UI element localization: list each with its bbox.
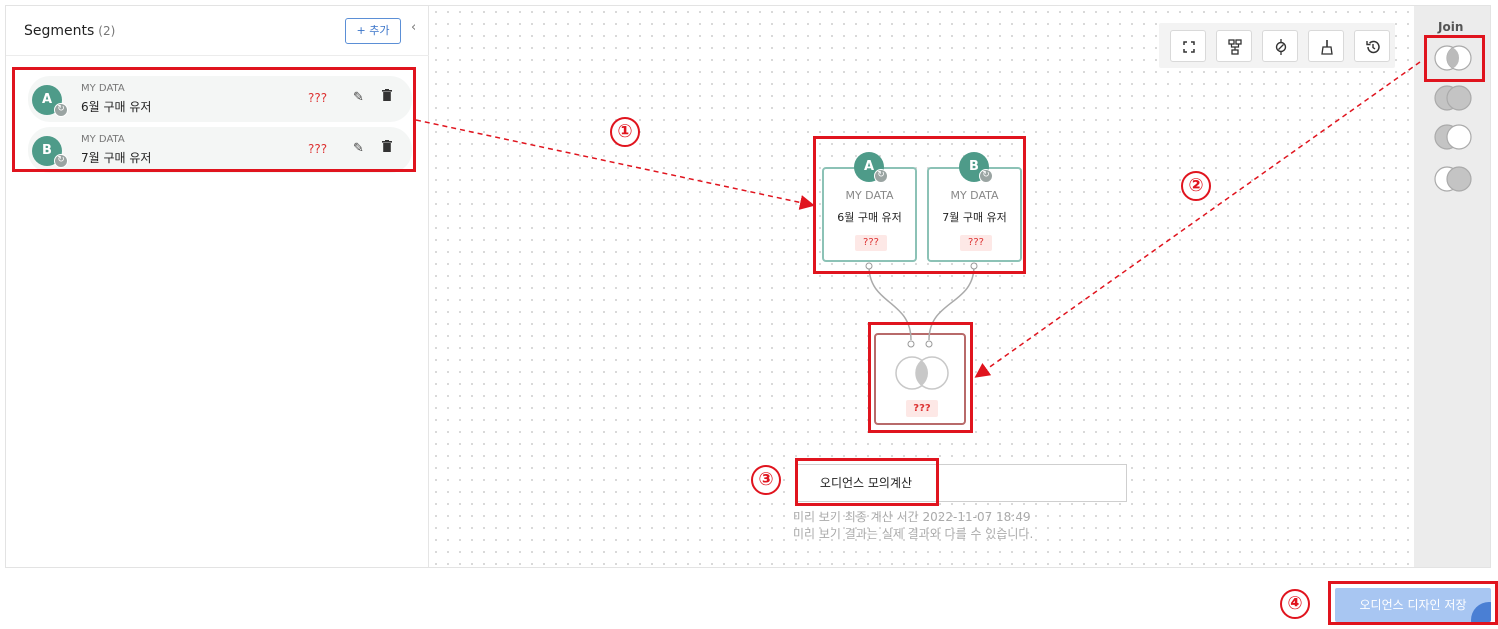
annotation-marker-4: ④ xyxy=(1280,589,1310,619)
annotation-box-join-option xyxy=(1424,35,1485,82)
fit-screen-icon[interactable] xyxy=(1170,30,1206,62)
history-icon[interactable] xyxy=(1354,30,1390,62)
preview-disclaimer: 미리 보기 결과는 실제 결과와 다를 수 있습니다. xyxy=(793,527,1034,541)
segments-title: Segments (2) xyxy=(24,23,115,39)
center-node-icon[interactable] xyxy=(1262,30,1298,62)
annotation-box-calc xyxy=(795,458,939,506)
annotation-marker-1: ① xyxy=(610,117,640,147)
annotation-box-save xyxy=(1328,581,1498,625)
canvas-toolbar xyxy=(1159,23,1395,68)
last-calc-time: 미리 보기 최종 계산 시간 2022-11-07 18:49 xyxy=(793,510,1031,524)
venn-right-icon[interactable] xyxy=(1432,166,1474,192)
segments-title-label: Segments xyxy=(24,23,95,39)
clean-icon[interactable] xyxy=(1308,30,1344,62)
annotation-marker-3: ③ xyxy=(751,465,781,495)
annotation-box-segments xyxy=(12,67,416,172)
annotation-marker-2: ② xyxy=(1181,171,1211,201)
annotation-box-nodes xyxy=(813,136,1026,274)
collapse-panel-icon[interactable]: ‹ xyxy=(411,20,416,35)
segments-count: (2) xyxy=(98,24,116,38)
auto-layout-icon[interactable] xyxy=(1216,30,1252,62)
segments-header: Segments (2) + 추가 ‹ xyxy=(6,6,429,56)
venn-left-icon[interactable] xyxy=(1432,124,1474,150)
join-title: Join xyxy=(1438,20,1464,34)
annotation-box-join-node xyxy=(868,322,973,433)
app-root: Segments (2) + 추가 ‹ A ↻ MY DATA 6월 구매 유저 … xyxy=(0,0,1498,629)
venn-union-icon[interactable] xyxy=(1432,85,1474,111)
add-segment-button[interactable]: + 추가 xyxy=(345,18,401,44)
